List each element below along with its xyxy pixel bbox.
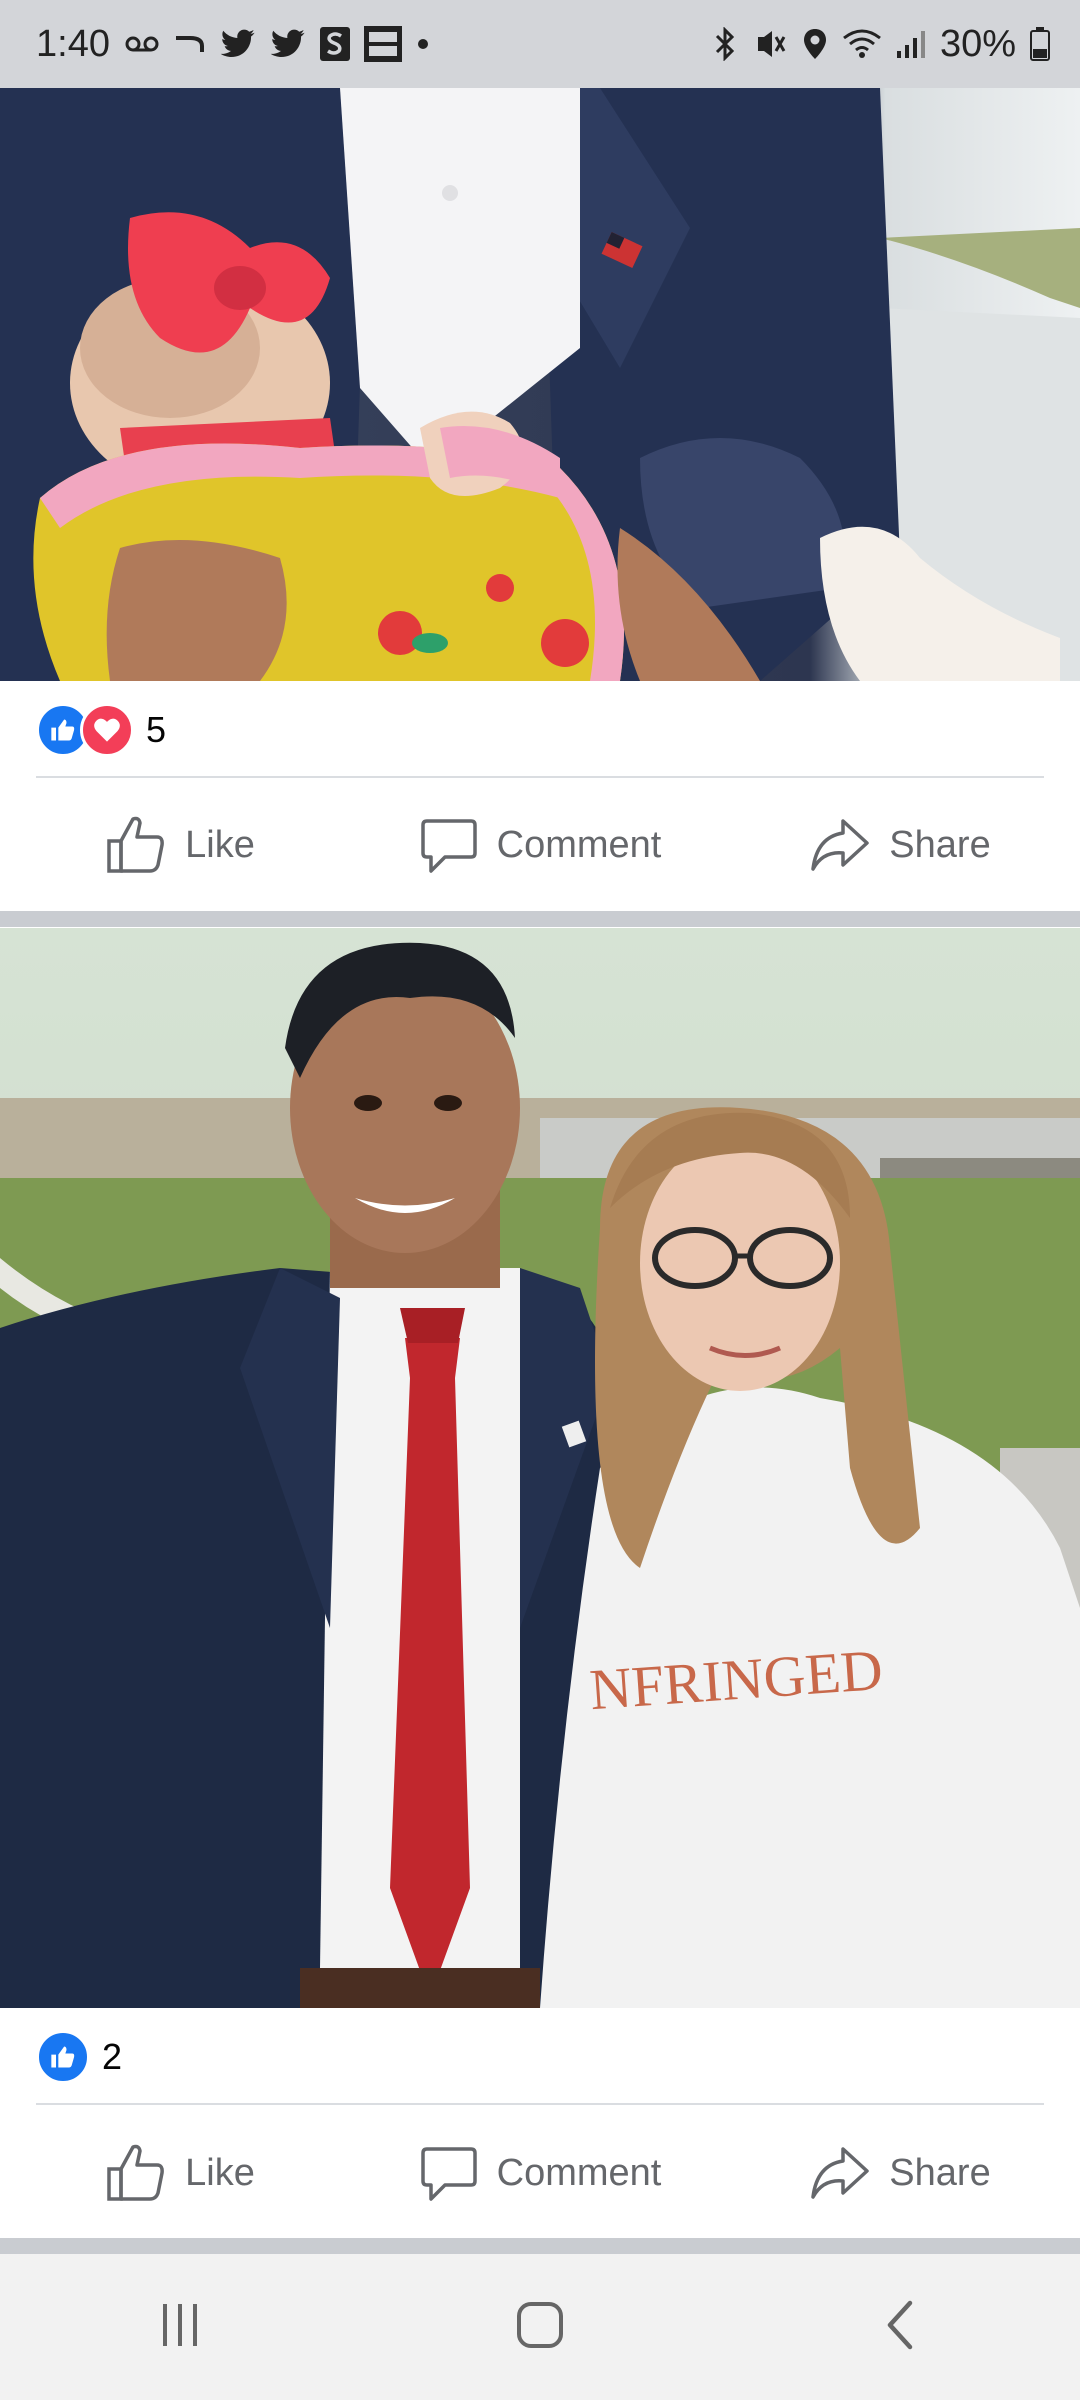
love-reaction-icon [80,703,134,757]
signal-icon [896,29,926,59]
post-separator [0,2238,1080,2254]
reactions-summary[interactable]: 5 [36,702,166,758]
comment-label: Comment [496,823,662,866]
share-button[interactable]: Share [720,780,1080,910]
comment-icon [419,815,479,875]
battery-percent: 30% [939,22,1016,65]
recent-apps-icon [155,2300,205,2355]
thumbs-up-icon [105,2143,167,2203]
share-label: Share [889,2151,991,2194]
home-icon [515,2300,565,2355]
thumbs-up-icon [105,815,167,875]
navigation-bar [0,2254,1080,2400]
post-photo[interactable]: NFRINGED [0,928,1080,2008]
home-button[interactable] [440,2254,640,2400]
reaction-count: 2 [102,2036,123,2077]
post-photo[interactable] [0,88,1080,681]
clock: 1:40 [36,22,110,65]
fox-news-icon [363,26,402,62]
vibrate-icon [752,27,788,61]
like-button[interactable]: Like [0,2108,360,2238]
like-button[interactable]: Like [0,780,360,910]
comment-label: Comment [496,2151,662,2194]
recent-apps-button[interactable] [80,2254,280,2400]
back-button[interactable] [800,2254,1000,2400]
share-icon [809,815,871,875]
s-app-icon [319,27,350,61]
post-actions: Like Comment Share [0,780,1080,910]
twitter-icon [270,29,306,59]
wifi-icon [842,28,882,60]
comment-button[interactable]: Comment [360,2108,720,2238]
battery-icon [1030,27,1050,61]
divider [36,2103,1044,2105]
status-bar: 1:40 30% [0,0,1080,88]
like-label: Like [185,823,255,866]
comment-button[interactable]: Comment [360,780,720,910]
bluetooth-icon [712,27,738,61]
back-icon [882,2299,918,2356]
reaction-count: 5 [146,709,167,750]
share-button[interactable]: Share [720,2108,1080,2238]
location-icon [802,27,828,61]
twitter-icon [220,29,256,59]
reactions-summary[interactable]: 2 [36,2029,122,2085]
share-icon [809,2143,871,2203]
like-label: Like [185,2151,255,2194]
post-separator [0,911,1080,927]
like-reaction-icon [36,2030,90,2084]
post-actions: Like Comment Share [0,2108,1080,2238]
divider [36,776,1044,778]
comment-icon [419,2143,479,2203]
dot-icon [416,37,430,51]
voicemail-icon [124,34,160,54]
missed-call-icon [174,32,206,56]
share-label: Share [889,823,991,866]
